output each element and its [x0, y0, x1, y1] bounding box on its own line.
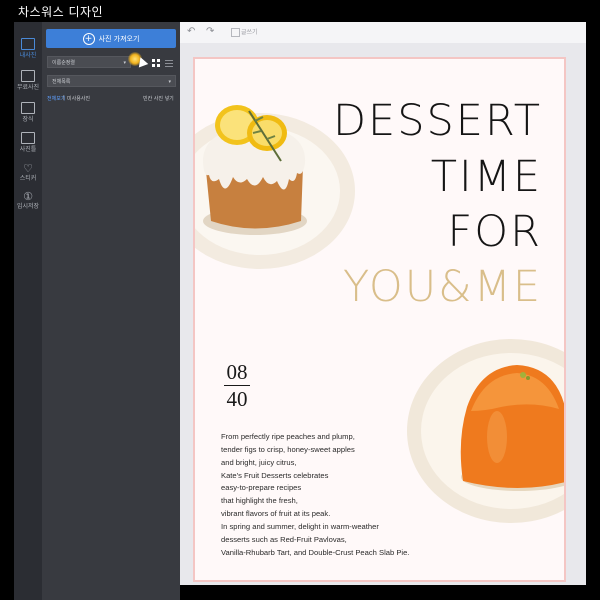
- plus-circle-icon: +: [82, 32, 95, 45]
- brand-name: 차스워스 디자인: [18, 5, 104, 19]
- body-line: desserts such as Red-Fruit Pavlovas,: [221, 534, 347, 544]
- sort-select-value: 이름순정렬: [52, 60, 76, 66]
- app-title-bar: 차스워스 디자인: [0, 0, 600, 22]
- tool-rail: 내사진 무료사진 장식 사진틀 ♡ 스티커 ① 임시저장: [14, 22, 42, 600]
- poster-body-text[interactable]: From perfectly ripe peaches and plump, t…: [221, 431, 541, 559]
- date-top: 08: [226, 360, 248, 384]
- body-line: From perfectly ripe peaches and plump,: [221, 432, 355, 441]
- grid-view-icon[interactable]: [152, 59, 160, 67]
- heart-sticker-icon: ♡: [23, 162, 33, 175]
- rail-item-label: 무료사진: [16, 84, 40, 91]
- body-line: In spring and summer, delight in warm-we…: [221, 521, 379, 531]
- poster-title-accent[interactable]: YOU&ME: [343, 265, 542, 309]
- poster-title-line-1[interactable]: DESSERT: [333, 99, 542, 143]
- rail-item-my-photo[interactable]: 내사진: [14, 34, 42, 64]
- body-line: that highlight the fresh,: [221, 496, 298, 506]
- undo-icon[interactable]: ↶: [187, 26, 195, 38]
- album-select-value: 전체목록: [52, 79, 71, 85]
- body-line: easy-to-prepare recipes: [221, 483, 302, 493]
- rail-item-temp-save[interactable]: ① 임시저장: [14, 188, 42, 218]
- separator: |: [63, 95, 65, 101]
- rail-item-label: 사진틀: [19, 146, 37, 153]
- decoration-icon: [21, 102, 35, 114]
- rail-item-decoration[interactable]: 장식: [14, 98, 42, 128]
- rail-item-label: 장식: [22, 116, 34, 123]
- upload-photo-button[interactable]: + 사진 가져오기: [46, 29, 176, 48]
- temp-save-icon: ①: [23, 190, 33, 203]
- unused-photos-link[interactable]: 미사용사진: [67, 95, 90, 102]
- list-view-icon[interactable]: [165, 59, 173, 67]
- rail-item-label: 내사진: [19, 52, 37, 59]
- scrollbar[interactable]: [586, 22, 600, 600]
- fill-empty-slots-link[interactable]: 빈칸 사진 넣기: [143, 95, 174, 102]
- my-photo-icon: [21, 38, 35, 50]
- rail-item-label: 스티커: [19, 175, 37, 182]
- chevron-down-icon: ▾: [123, 60, 126, 66]
- body-line: and bright, juicy citrus,: [221, 457, 297, 467]
- rail-item-sticker[interactable]: ♡ 스티커: [14, 160, 42, 190]
- photo-panel: + 사진 가져오기 이름순정렬 ▾ 전체목록 ▾ 전체보기 | 미사용사진 빈칸…: [42, 22, 180, 600]
- chevron-down-icon: ▾: [168, 79, 171, 85]
- free-photo-icon: [21, 70, 35, 82]
- mouse-cursor-icon: [135, 55, 149, 68]
- poster-date[interactable]: 08 40: [223, 361, 251, 410]
- album-select[interactable]: 전체목록 ▾: [47, 75, 176, 87]
- body-line: Vanilla-Rhubarb Tart, and Double-Crust P…: [221, 547, 410, 557]
- poster-canvas[interactable]: DESSERT TIME FOR YOU&ME 08 40 From perfe…: [193, 57, 566, 582]
- upload-label: 사진 가져오기: [98, 34, 140, 43]
- body-line: tender figs to crisp, honey-sweet apples: [221, 444, 355, 454]
- poster-title-line-2[interactable]: TIME: [431, 155, 542, 199]
- editor-toolbar: ↶ ↷ 글쓰기: [180, 22, 586, 44]
- body-line: vibrant flavors of fruit at its peak.: [221, 509, 331, 519]
- rail-item-frame[interactable]: 사진틀: [14, 128, 42, 158]
- frame-icon: [21, 132, 35, 144]
- sort-select[interactable]: 이름순정렬 ▾: [47, 56, 131, 68]
- poster-title-line-3[interactable]: FOR: [448, 210, 542, 254]
- text-box-icon[interactable]: [231, 28, 240, 37]
- text-tool-label[interactable]: 글쓰기: [241, 27, 258, 36]
- rail-item-label: 임시저장: [16, 203, 40, 210]
- rail-item-free-photo[interactable]: 무료사진: [14, 66, 42, 96]
- brand: 차스워스 디자인: [18, 3, 103, 20]
- date-bottom: 40: [226, 387, 248, 411]
- redo-icon[interactable]: ↷: [206, 26, 214, 38]
- body-line: Kate's Fruit Desserts celebrates: [221, 470, 329, 480]
- date-divider: [224, 385, 250, 386]
